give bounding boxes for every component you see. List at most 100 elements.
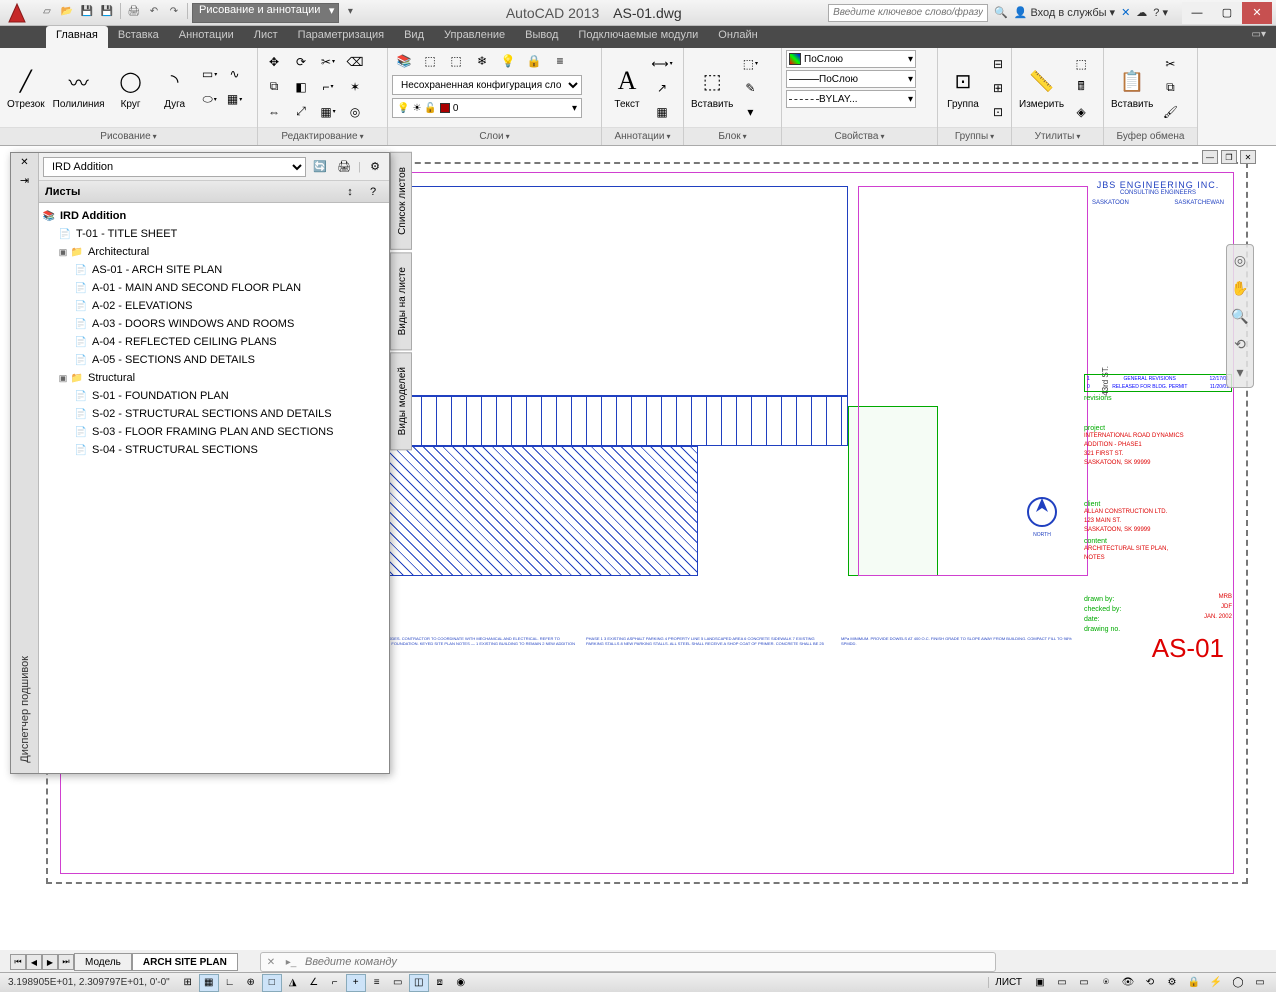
ssm-pin-icon[interactable]: ⇥ bbox=[20, 174, 29, 187]
tab-parametric[interactable]: Параметризация bbox=[288, 26, 394, 48]
move-icon[interactable]: ✥ bbox=[262, 51, 286, 73]
sc-icon[interactable]: ⧈ bbox=[430, 974, 450, 992]
ducs-icon[interactable]: ⌐ bbox=[325, 974, 345, 992]
tab-output[interactable]: Вывод bbox=[515, 26, 568, 48]
tab-sheetviews[interactable]: Виды на листе bbox=[390, 252, 412, 350]
cloud-icon[interactable]: ☁ bbox=[1136, 6, 1147, 19]
pan-icon[interactable]: ✋ bbox=[1229, 277, 1251, 299]
qp-icon[interactable]: ◫ bbox=[409, 974, 429, 992]
ungroup-icon[interactable]: ⊟ bbox=[986, 53, 1010, 75]
cmd-close-icon[interactable]: ✕ bbox=[261, 957, 281, 968]
tpy-icon[interactable]: ▭ bbox=[388, 974, 408, 992]
edit-block-icon[interactable]: ✎ bbox=[738, 77, 762, 99]
space-label[interactable]: ЛИСТ bbox=[988, 977, 1028, 988]
ssm-help-icon[interactable]: ? bbox=[363, 182, 383, 202]
id-point-icon[interactable]: ◈ bbox=[1069, 101, 1093, 123]
tab-plugins[interactable]: Подключаемые модули bbox=[568, 26, 708, 48]
maximize-button[interactable]: ▢ bbox=[1212, 2, 1242, 24]
layer-freeze-icon[interactable]: ❄ bbox=[470, 50, 494, 72]
offset-icon[interactable]: ◎ bbox=[343, 101, 367, 123]
osnap-icon[interactable]: □ bbox=[262, 974, 282, 992]
annoauto-icon[interactable]: ⟲ bbox=[1140, 974, 1160, 992]
erase-icon[interactable]: ⌫ bbox=[343, 51, 367, 73]
arc-button[interactable]: ◝Дуга bbox=[154, 52, 196, 124]
maxvp-icon[interactable]: ▣ bbox=[1030, 974, 1050, 992]
fillet-icon[interactable]: ⌐▾ bbox=[316, 76, 340, 98]
dyn-icon[interactable]: + bbox=[346, 974, 366, 992]
help-icon[interactable]: ? ▾ bbox=[1153, 6, 1168, 19]
tree-sheet[interactable]: 📄A-01 - MAIN AND SECOND FLOOR PLAN bbox=[41, 279, 387, 297]
panel-annot-title[interactable]: Аннотации bbox=[602, 127, 683, 145]
lineweight-combo[interactable]: ПоСлою▾ bbox=[786, 70, 916, 88]
layer-iso-icon[interactable]: ⬚ bbox=[444, 50, 468, 72]
otrack-icon[interactable]: ∠ bbox=[304, 974, 324, 992]
grid-icon[interactable]: ▦ bbox=[199, 974, 219, 992]
circle-button[interactable]: ◯Круг bbox=[110, 52, 152, 124]
ssm-close-icon[interactable]: ✕ bbox=[20, 157, 28, 168]
quickview-drawings-icon[interactable]: ▭ bbox=[1074, 974, 1094, 992]
tab-annotate[interactable]: Аннотации bbox=[169, 26, 244, 48]
doc-restore-icon[interactable]: ❐ bbox=[1221, 150, 1237, 164]
orbit-icon[interactable]: ⟲ bbox=[1229, 333, 1251, 355]
sign-in-link[interactable]: 👤 Вход в службы ▾ bbox=[1014, 6, 1115, 19]
new-icon[interactable]: ▱ bbox=[38, 3, 56, 21]
matchprops-icon[interactable]: 🖌 bbox=[1158, 101, 1182, 123]
doc-close-icon[interactable]: ✕ bbox=[1240, 150, 1256, 164]
tab-next-icon[interactable]: ▶ bbox=[42, 954, 58, 970]
tab-online[interactable]: Онлайн bbox=[708, 26, 767, 48]
tree-sheet[interactable]: 📄S-04 - STRUCTURAL SECTIONS bbox=[41, 441, 387, 459]
zoom-extents-icon[interactable]: 🔍 bbox=[1229, 305, 1251, 327]
cmd-history-icon[interactable]: ▸_ bbox=[281, 957, 301, 968]
layer-combo[interactable]: 💡☀🔓 0 ▾ bbox=[392, 98, 582, 118]
array-icon[interactable]: ▦▾ bbox=[316, 101, 340, 123]
trim-icon[interactable]: ✂▾ bbox=[316, 51, 340, 73]
qat-more-icon[interactable]: ▾ bbox=[341, 3, 359, 21]
create-block-icon[interactable]: ⬚▾ bbox=[738, 53, 762, 75]
attr-icon[interactable]: ▾ bbox=[738, 101, 762, 123]
group-button[interactable]: ⊡Группа bbox=[942, 52, 984, 124]
save-icon[interactable]: 💾 bbox=[78, 3, 96, 21]
mirror-icon[interactable]: ◧ bbox=[289, 76, 313, 98]
rotate-icon[interactable]: ⟳ bbox=[289, 51, 313, 73]
tab-manage[interactable]: Управление bbox=[434, 26, 515, 48]
minimize-button[interactable]: — bbox=[1182, 2, 1212, 24]
rectangle-icon[interactable]: ▭▾ bbox=[198, 63, 222, 85]
snap-icon[interactable]: ⊞ bbox=[178, 974, 198, 992]
insert-button[interactable]: ⬚Вставить bbox=[688, 52, 736, 124]
isolate-icon[interactable]: ◯ bbox=[1228, 974, 1248, 992]
tree-root[interactable]: 📚IRD Addition bbox=[41, 207, 387, 225]
tab-sheetlist[interactable]: Список листов bbox=[390, 152, 412, 250]
tab-home[interactable]: Главная bbox=[46, 26, 108, 48]
tab-modelviews[interactable]: Виды моделей bbox=[390, 352, 412, 450]
layer-off-icon[interactable]: 💡 bbox=[496, 50, 520, 72]
layer-lock-icon[interactable]: 🔒 bbox=[522, 50, 546, 72]
tree-sheet[interactable]: 📄A-05 - SECTIONS AND DETAILS bbox=[41, 351, 387, 369]
tab-insert[interactable]: Вставка bbox=[108, 26, 169, 48]
ssm-set-dropdown[interactable]: IRD Addition bbox=[43, 157, 306, 177]
layer-state-combo[interactable]: Несохраненная конфигурация сло bbox=[392, 75, 582, 95]
exchange-icon[interactable]: ✕ bbox=[1121, 6, 1130, 19]
plot-icon[interactable]: 🖨 bbox=[125, 3, 143, 21]
group-edit-icon[interactable]: ⊞ bbox=[986, 77, 1010, 99]
panel-utils-title[interactable]: Утилиты bbox=[1012, 127, 1103, 145]
undo-icon[interactable]: ↶ bbox=[145, 3, 163, 21]
layer-match-icon[interactable]: ≡ bbox=[548, 50, 572, 72]
leader-icon[interactable]: ↗ bbox=[650, 77, 674, 99]
tab-first-icon[interactable]: ⏮ bbox=[10, 954, 26, 970]
spline-icon[interactable]: ∿ bbox=[223, 63, 247, 85]
panel-draw-title[interactable]: Рисование bbox=[0, 127, 257, 145]
line-button[interactable]: ╱Отрезок bbox=[4, 52, 48, 124]
paste-button[interactable]: 📋Вставить bbox=[1108, 52, 1156, 124]
ellipse-icon[interactable]: ⬭▾ bbox=[198, 88, 222, 110]
tree-sheet[interactable]: 📄AS-01 - ARCH SITE PLAN bbox=[41, 261, 387, 279]
layout-tab[interactable]: ARCH SITE PLAN bbox=[132, 953, 238, 971]
quickcalc-icon[interactable]: 🖩 bbox=[1069, 77, 1093, 99]
copy-icon[interactable]: ⧉ bbox=[262, 76, 286, 98]
group-select-icon[interactable]: ⊡ bbox=[986, 101, 1010, 123]
coordinates[interactable]: 3.198905E+01, 2.309797E+01, 0'-0" bbox=[0, 977, 178, 988]
panel-modify-title[interactable]: Редактирование bbox=[258, 127, 387, 145]
ortho-icon[interactable]: ∟ bbox=[220, 974, 240, 992]
tab-view[interactable]: Вид bbox=[394, 26, 434, 48]
ws-switch-icon[interactable]: ⚙ bbox=[1162, 974, 1182, 992]
tree-subset[interactable]: ▣📁Structural bbox=[41, 369, 387, 387]
